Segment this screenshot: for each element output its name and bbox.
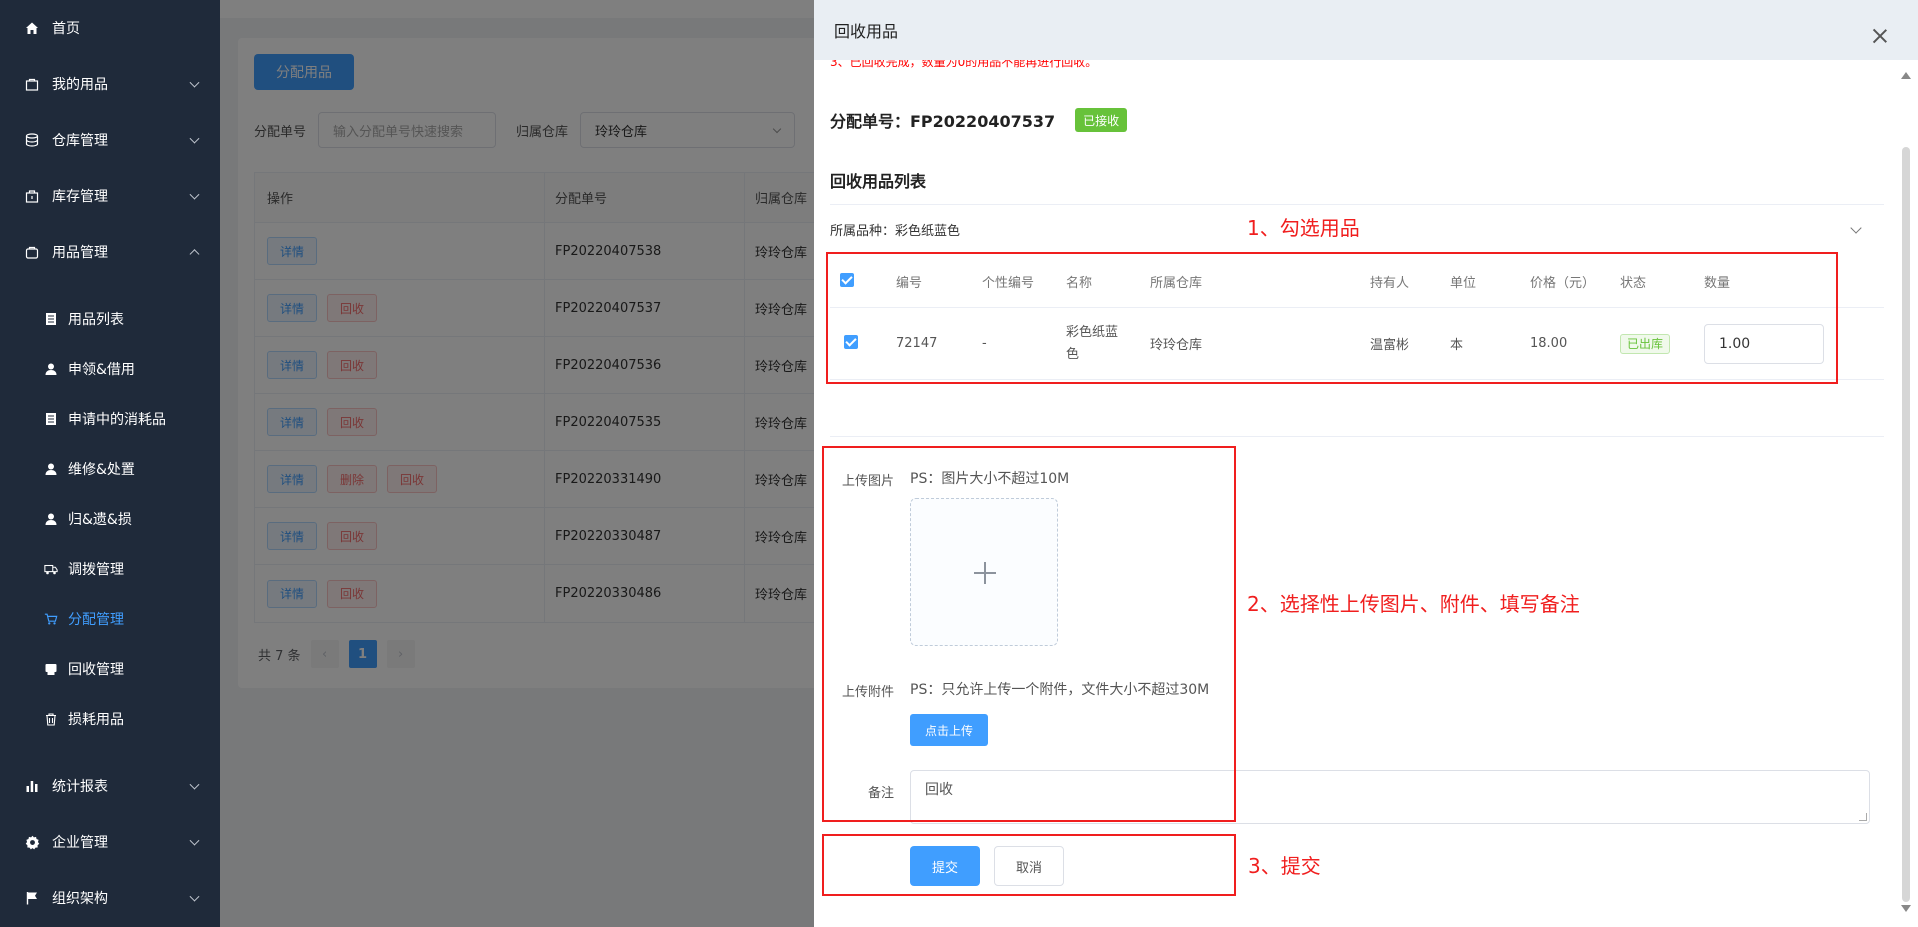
database-icon bbox=[24, 132, 40, 148]
user-icon bbox=[44, 512, 58, 526]
sidebar-item-supply-list[interactable]: 用品列表 bbox=[0, 294, 220, 344]
bar-chart-icon bbox=[24, 778, 40, 794]
document-icon bbox=[44, 412, 58, 426]
user-icon bbox=[44, 362, 58, 376]
sidebar-item-label: 调拨管理 bbox=[68, 562, 124, 578]
annotation-box-step1 bbox=[826, 252, 1838, 384]
user-icon bbox=[44, 462, 58, 476]
sidebar-item-supplies-management[interactable]: 用品管理 bbox=[0, 224, 220, 280]
sidebar-item-inventory[interactable]: 库存管理 bbox=[0, 168, 220, 224]
sidebar-item-label: 首页 bbox=[52, 21, 80, 37]
sidebar-item-recycle[interactable]: 回收管理 bbox=[0, 644, 220, 694]
document-icon bbox=[44, 312, 58, 326]
sidebar-item-my-supplies[interactable]: 我的用品 bbox=[0, 56, 220, 112]
sidebar-item-organization[interactable]: 组织架构 bbox=[0, 870, 220, 926]
sidebar-item-home[interactable]: 首页 bbox=[0, 0, 220, 56]
bag-icon bbox=[24, 76, 40, 92]
sidebar-item-label: 统计报表 bbox=[52, 779, 108, 795]
category-label: 所属品种：彩色纸蓝色 bbox=[830, 224, 961, 239]
drawer-header: 回收用品 bbox=[814, 0, 1918, 60]
chevron-down-icon bbox=[189, 133, 200, 144]
sidebar-item-label: 申领&借用 bbox=[68, 362, 135, 378]
sidebar-item-label: 我的用品 bbox=[52, 77, 108, 93]
resize-handle[interactable] bbox=[1859, 813, 1867, 821]
home-icon bbox=[24, 20, 40, 36]
sidebar-item-return-lost-damaged[interactable]: 归&遗&损 bbox=[0, 494, 220, 544]
sidebar-item-allocation[interactable]: 分配管理 bbox=[0, 594, 220, 644]
printer-icon bbox=[44, 662, 58, 676]
cart-icon bbox=[44, 612, 58, 626]
sidebar-item-repair-dispose[interactable]: 维修&处置 bbox=[0, 444, 220, 494]
sidebar-item-label: 分配管理 bbox=[68, 612, 124, 628]
sidebar-item-label: 回收管理 bbox=[68, 662, 124, 678]
sidebar-item-transfer[interactable]: 调拨管理 bbox=[0, 544, 220, 594]
scroll-thumb[interactable] bbox=[1902, 147, 1910, 902]
sidebar-item-enterprise[interactable]: 企业管理 bbox=[0, 814, 220, 870]
scrollbar[interactable] bbox=[1900, 72, 1912, 912]
status-badge: 已接收 bbox=[1075, 108, 1128, 132]
annotation-step3: 3、提交 bbox=[1248, 854, 1321, 878]
scroll-down-arrow[interactable] bbox=[1901, 905, 1911, 912]
chevron-up-icon bbox=[189, 249, 200, 260]
notice-text: 3、已回收完成，数量为0的用品不能再进行回收。 bbox=[830, 60, 1098, 69]
sidebar-item-label: 仓库管理 bbox=[52, 133, 108, 149]
sidebar-item-label: 用品列表 bbox=[68, 312, 124, 328]
truck-icon bbox=[44, 562, 58, 576]
annotation-box-step2 bbox=[822, 446, 1236, 822]
annotation-step1: 1、勾选用品 bbox=[1247, 216, 1360, 240]
divider bbox=[830, 204, 1884, 205]
bag-icon bbox=[24, 244, 40, 260]
sidebar-item-label: 企业管理 bbox=[52, 835, 108, 851]
close-icon[interactable] bbox=[1872, 28, 1888, 44]
drawer-title: 回收用品 bbox=[834, 22, 899, 41]
box-icon bbox=[24, 188, 40, 204]
order-number: 分配单号：FP20220407537 bbox=[830, 112, 1056, 131]
sidebar-item-warehouse[interactable]: 仓库管理 bbox=[0, 112, 220, 168]
sidebar-item-label: 维修&处置 bbox=[68, 462, 135, 478]
sidebar-item-label: 归&遗&损 bbox=[68, 512, 132, 528]
sidebar: 首页 我的用品 仓库管理 库存管理 用品管理 用品列表 申领&借用 申请中的消耗… bbox=[0, 0, 220, 927]
sidebar-item-reports[interactable]: 统计报表 bbox=[0, 758, 220, 814]
order-line: 分配单号：FP20220407537 已接收 bbox=[830, 108, 1128, 132]
chevron-down-icon bbox=[189, 189, 200, 200]
sidebar-item-label: 组织架构 bbox=[52, 891, 108, 907]
chevron-down-icon[interactable] bbox=[1850, 222, 1862, 234]
trash-icon bbox=[44, 712, 58, 726]
gear-icon bbox=[24, 834, 40, 850]
sidebar-item-label: 用品管理 bbox=[52, 245, 108, 261]
chevron-down-icon bbox=[189, 891, 200, 902]
chevron-down-icon bbox=[189, 77, 200, 88]
divider bbox=[830, 436, 1884, 437]
sidebar-item-pending-consumables[interactable]: 申请中的消耗品 bbox=[0, 394, 220, 444]
annotation-step2: 2、选择性上传图片、附件、填写备注 bbox=[1247, 592, 1580, 616]
sidebar-item-label: 库存管理 bbox=[52, 189, 108, 205]
recycle-list-title: 回收用品列表 bbox=[830, 172, 927, 191]
flag-icon bbox=[24, 890, 40, 906]
scroll-up-arrow[interactable] bbox=[1901, 72, 1911, 79]
sidebar-item-label: 申请中的消耗品 bbox=[68, 412, 166, 428]
sidebar-item-label: 损耗用品 bbox=[68, 712, 124, 728]
sidebar-item-claim-borrow[interactable]: 申领&借用 bbox=[0, 344, 220, 394]
chevron-down-icon bbox=[189, 779, 200, 790]
chevron-down-icon bbox=[189, 835, 200, 846]
annotation-box-step3 bbox=[822, 834, 1236, 896]
sidebar-item-consumed-supplies[interactable]: 损耗用品 bbox=[0, 694, 220, 744]
